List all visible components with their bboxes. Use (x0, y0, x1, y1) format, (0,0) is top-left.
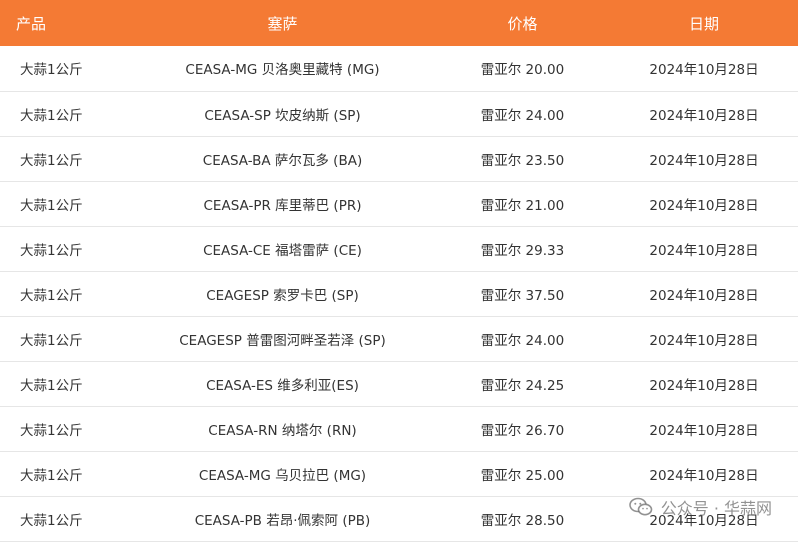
cell-date: 2024年10月28日 (649, 242, 759, 259)
header-date: 日期 (688, 14, 719, 33)
table-row: 大蒜1公斤 CEASA-CE 福塔雷萨 (CE) 雷亚尔 29.33 2024年10月… (0, 226, 798, 271)
cell-product: 大蒜1公斤 (20, 197, 83, 214)
cell-market: CEASA-ES 维多利亚(ES) (206, 377, 359, 394)
cell-product: 大蒜1公斤 (20, 512, 83, 529)
table-row: 大蒜1公斤 CEASA-PB 若昂·佩索阿 (PB) 雷亚尔 28.50 2024年1… (0, 496, 798, 541)
cell-market: CEASA-RN 纳塔尔 (RN) (208, 422, 357, 439)
cell-product: 大蒜1公斤 (20, 422, 83, 439)
table-row: 大蒜1公斤 CEAGESP 普雷图河畔圣若泽 (SP) 雷亚尔 24.00 2024年… (0, 316, 798, 361)
cell-product: 大蒜1公斤 (20, 332, 83, 349)
header-row: 产品 塞萨 价格 日期 (0, 0, 798, 46)
cell-price: 雷亚尔 21.00 (480, 197, 565, 214)
cell-market: CEASA-MG 乌贝拉巴 (MG) (198, 467, 367, 484)
cell-product: 大蒜1公斤 (20, 467, 83, 484)
table-row: 大蒜1公斤 CEASA-PR 库里蒂巴 (PR) 雷亚尔 21.00 2024年10月… (0, 181, 798, 226)
cell-date: 2024年10月28日 (649, 62, 759, 79)
cell-date: 2024年10月28日 (649, 152, 759, 169)
cell-product: 大蒜1公斤 (20, 377, 83, 394)
cell-market: CEASA-CE 福塔雷萨 (CE) (203, 242, 362, 259)
cell-price: 雷亚尔 28.50 (480, 512, 565, 529)
cell-price: 雷亚尔 24.00 (480, 332, 565, 349)
cell-market: CEAGESP 普雷图河畔圣若泽 (SP) (179, 332, 386, 349)
cell-price: 雷亚尔 20.00 (480, 62, 565, 79)
cell-price: 雷亚尔 23.50 (480, 152, 565, 169)
cell-date: 2024年10月28日 (649, 512, 759, 529)
cell-product: 大蒜1公斤 (20, 107, 83, 124)
cell-date: 2024年10月28日 (649, 467, 759, 484)
header-price: 价格 (507, 14, 538, 33)
table-row: 大蒜1公斤 CEAGESP 索罗卡巴 (SP) 雷亚尔 37.50 2024年10月2… (0, 271, 798, 316)
cell-market: CEAGESP 索罗卡巴 (SP) (206, 287, 359, 304)
table-row: 大蒜1公斤 CEASA-ES 维多利亚(ES) 雷亚尔 24.25 2024年10月2… (0, 361, 798, 406)
cell-date: 2024年10月28日 (649, 287, 759, 304)
table-row: 大蒜1公斤 CEASA-RN 纳塔尔 (RN) 雷亚尔 26.70 2024年10月2… (0, 406, 798, 451)
cell-date: 2024年10月28日 (649, 197, 759, 214)
cell-product: 大蒜1公斤 (20, 152, 83, 169)
cell-price: 雷亚尔 29.33 (480, 242, 565, 259)
cell-market: CEASA-SP 坎皮纳斯 (SP) (204, 107, 361, 124)
cell-product: 大蒜1公斤 (20, 287, 83, 304)
table-row: 大蒜1公斤 CEASA-MG 贝洛奥里藏特 (MG) 雷亚尔 20.00 2024年1… (0, 46, 798, 91)
cell-market: CEASA-PB 若昂·佩索阿 (PB) (194, 512, 371, 529)
cell-date: 2024年10月28日 (649, 332, 759, 349)
cell-date: 2024年10月28日 (649, 422, 759, 439)
cell-market: CEASA-MG 贝洛奥里藏特 (MG) (185, 62, 380, 79)
cell-price: 雷亚尔 24.25 (480, 377, 565, 394)
cell-date: 2024年10月28日 (649, 377, 759, 394)
cell-market: CEASA-BA 萨尔瓦多 (BA) (202, 152, 363, 169)
cell-price: 雷亚尔 26.70 (480, 422, 565, 439)
cell-price: 雷亚尔 37.50 (480, 287, 565, 304)
cell-product: 大蒜1公斤 (20, 242, 83, 259)
table-row: 大蒜1公斤 CEASA-MG 乌贝拉巴 (MG) 雷亚尔 25.00 2024年10月… (0, 451, 798, 496)
price-table: 产品 塞萨 价格 日期 大蒜1公斤 CEASA-MG 贝洛奥里藏特 (MG) 雷亚尔… (0, 0, 798, 542)
cell-market: CEASA-PR 库里蒂巴 (PR) (203, 197, 362, 214)
table-body: 大蒜1公斤 CEASA-MG 贝洛奥里藏特 (MG) 雷亚尔 20.00 2024年1… (0, 46, 798, 541)
table-row: 大蒜1公斤 CEASA-BA 萨尔瓦多 (BA) 雷亚尔 23.50 2024年10月… (0, 136, 798, 181)
cell-date: 2024年10月28日 (649, 107, 759, 124)
cell-price: 雷亚尔 24.00 (480, 107, 565, 124)
cell-product: 大蒜1公斤 (20, 62, 83, 79)
table-row: 大蒜1公斤 CEASA-SP 坎皮纳斯 (SP) 雷亚尔 24.00 2024年10月… (0, 91, 798, 136)
header-market: 塞萨 (267, 14, 298, 33)
header-product: 产品 (16, 14, 47, 33)
table-header: 产品 塞萨 价格 日期 (0, 0, 798, 46)
cell-price: 雷亚尔 25.00 (480, 467, 565, 484)
